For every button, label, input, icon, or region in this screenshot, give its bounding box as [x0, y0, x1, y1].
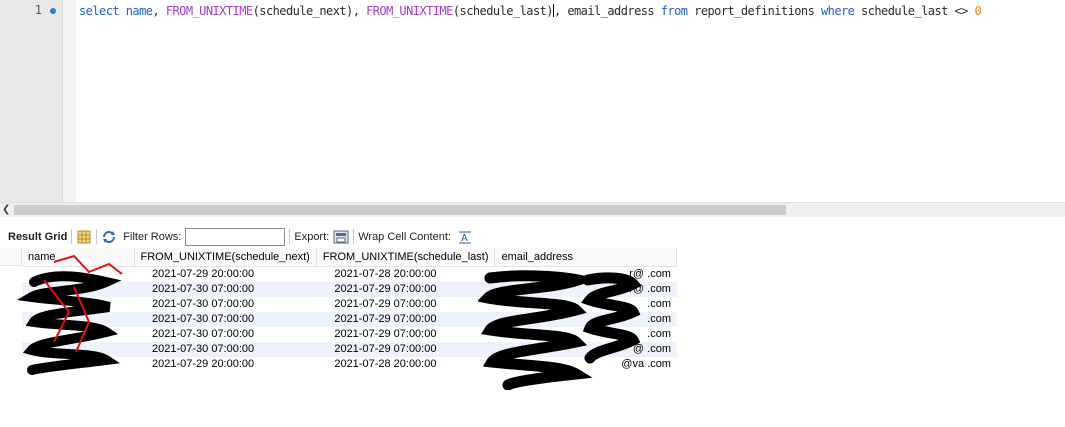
wrap-text-icon[interactable]: A [457, 229, 473, 245]
sql-token: from [660, 4, 688, 18]
table-row[interactable]: 2021-07-29 20:00:00 2021-07-28 20:00:00 @v… [22, 357, 677, 372]
cell-email[interactable]: .com [495, 327, 677, 342]
sql-token: report_definitions [687, 4, 821, 18]
sql-token: name [125, 4, 153, 18]
scrollbar-thumb[interactable] [14, 205, 786, 215]
cell-last[interactable]: 2021-07-29 07:00:00 [316, 281, 495, 297]
sql-token: select [79, 4, 120, 18]
cell-name[interactable] [22, 341, 134, 357]
cell-next[interactable]: 2021-07-30 07:00:00 [134, 327, 316, 342]
table-row[interactable]: 2021-07-30 07:00:00 2021-07-29 07:00:00 .c… [22, 311, 677, 327]
toolbar-divider [289, 229, 291, 244]
statement-marker-icon[interactable] [50, 8, 56, 14]
cell-last[interactable]: 2021-07-28 20:00:00 [316, 266, 495, 282]
sql-token: (schedule_last) [452, 4, 554, 18]
line-number-gutter: 1 [0, 0, 62, 202]
toolbar-divider [96, 229, 98, 244]
header-row: name FROM_UNIXTIME(schedule_next) FROM_U… [22, 248, 678, 267]
table-row[interactable]: 2021-07-30 07:00:00 2021-07-29 07:00:00 .c… [22, 297, 677, 312]
cell-email[interactable]: .com [494, 311, 677, 327]
cell-last[interactable]: 2021-07-29 07:00:00 [316, 341, 495, 357]
result-grid-tab[interactable]: Result Grid [8, 231, 67, 243]
result-grid[interactable]: name FROM_UNIXTIME(schedule_next) FROM_U… [0, 248, 1065, 427]
sql-token: FROM_UNIXTIME [165, 4, 253, 18]
column-header-name[interactable]: name [22, 248, 135, 267]
cell-email[interactable]: r@ .com [494, 281, 677, 297]
cell-email[interactable]: .com [495, 297, 677, 312]
cell-name[interactable] [22, 297, 134, 312]
cell-name[interactable] [22, 357, 134, 372]
fold-margin [62, 0, 76, 202]
sql-token: (schedule_next), [252, 4, 367, 18]
sql-token: FROM_UNIXTIME [366, 4, 453, 18]
export-label: Export: [294, 230, 330, 243]
cell-next[interactable]: 2021-07-30 07:00:00 [134, 341, 317, 357]
cell-next[interactable]: 2021-07-29 20:00:00 [134, 357, 316, 372]
cell-last[interactable]: 2021-07-29 07:00:00 [316, 327, 495, 342]
table-row[interactable]: 2021-07-29 20:00:00 2021-07-28 20:00:00 r@… [22, 266, 677, 282]
result-toolbar: Result Grid Filter Rows: Export: Wrap Ce… [0, 226, 1065, 247]
sql-editor[interactable]: 1 select name, FROM_UNIXTIME(schedule_ne… [0, 0, 1065, 202]
line-number: 1 [34, 3, 42, 17]
sql-token: , email_address [553, 4, 661, 18]
grid-body: 2021-07-29 20:00:00 2021-07-28 20:00:00 r@… [22, 266, 677, 372]
refresh-icon[interactable] [101, 229, 117, 245]
row-header-corner[interactable] [0, 248, 22, 266]
cell-name[interactable] [22, 311, 134, 327]
cell-next[interactable]: 2021-07-30 07:00:00 [134, 281, 317, 297]
result-table: name FROM_UNIXTIME(schedule_next) FROM_U… [22, 248, 678, 372]
wrap-cell-content-label: Wrap Cell Content: [358, 230, 451, 243]
toolbar-divider [71, 229, 73, 244]
sql-token: , [152, 4, 166, 18]
cell-last[interactable]: 2021-07-29 07:00:00 [316, 297, 495, 312]
column-header-email[interactable]: email_address [494, 248, 678, 267]
filter-rows-label: Filter Rows: [123, 230, 182, 243]
table-row[interactable]: 2021-07-30 07:00:00 2021-07-29 07:00:00 r@… [22, 281, 677, 297]
table-row[interactable]: 2021-07-30 07:00:00 2021-07-29 07:00:00 @ … [22, 341, 677, 357]
scroll-left-arrow-icon[interactable]: ❮ [2, 203, 12, 217]
cell-next[interactable]: 2021-07-29 20:00:00 [134, 266, 316, 282]
filter-rows-input[interactable] [185, 227, 286, 246]
column-header-schedule-last[interactable]: FROM_UNIXTIME(schedule_last) [316, 248, 496, 267]
cell-name[interactable] [22, 281, 134, 297]
cell-next[interactable]: 2021-07-30 07:00:00 [134, 297, 316, 312]
grid-view-icon[interactable] [76, 229, 92, 245]
export-icon[interactable] [333, 229, 349, 245]
cell-email[interactable]: r@ .com [495, 266, 677, 282]
sql-token: where [820, 4, 855, 18]
svg-text:A: A [461, 233, 468, 244]
cell-email[interactable]: @va .com [495, 357, 677, 372]
editor-horizontal-scrollbar[interactable]: ❮ [0, 202, 1065, 217]
cell-email[interactable]: @ .com [494, 341, 677, 357]
cell-next[interactable]: 2021-07-30 07:00:00 [134, 311, 317, 327]
table-row[interactable]: 2021-07-30 07:00:00 2021-07-29 07:00:00 .c… [22, 327, 677, 342]
cell-last[interactable]: 2021-07-28 20:00:00 [316, 357, 495, 372]
cell-name[interactable] [22, 327, 134, 342]
sql-token: schedule_last <> [854, 4, 975, 18]
cell-last[interactable]: 2021-07-29 07:00:00 [316, 311, 495, 327]
column-header-schedule-next[interactable]: FROM_UNIXTIME(schedule_next) [134, 248, 317, 267]
sql-token: 0 [974, 4, 982, 18]
sql-query-line[interactable]: select name, FROM_UNIXTIME(schedule_next… [79, 3, 982, 19]
cell-name[interactable] [22, 266, 134, 282]
toolbar-divider [353, 229, 355, 244]
